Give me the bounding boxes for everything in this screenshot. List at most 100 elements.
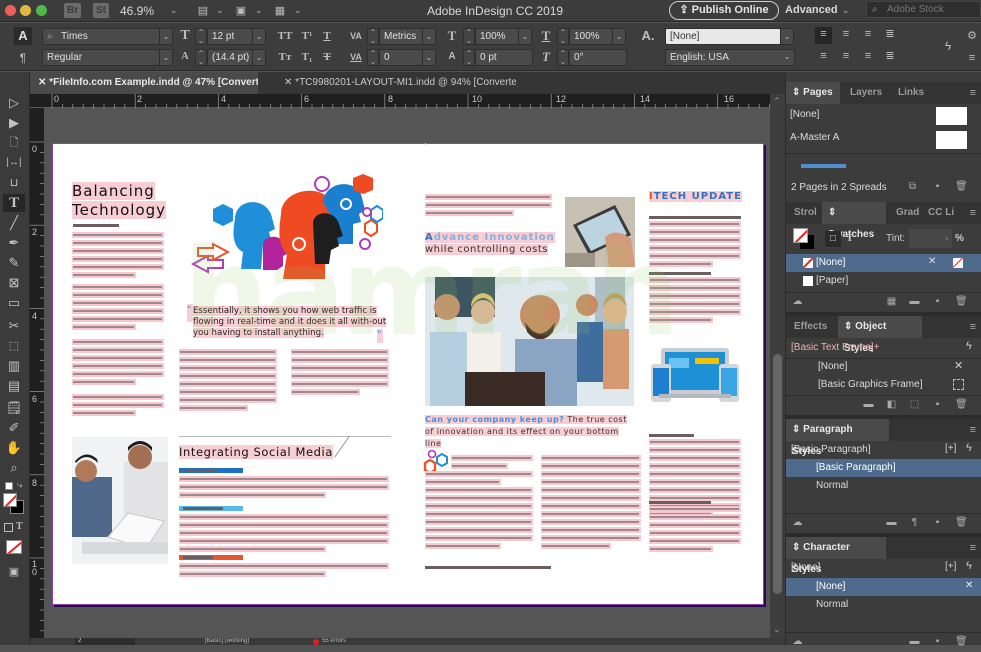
scroll-down-icon[interactable]: ⌄ bbox=[773, 624, 781, 635]
business-team-photo[interactable] bbox=[425, 277, 634, 406]
zoom-tool-icon[interactable]: ⌕ bbox=[3, 459, 25, 477]
column-text-a[interactable] bbox=[425, 471, 533, 487]
new-paragraph-style-icon[interactable]: ▪ bbox=[932, 518, 943, 528]
kerning-field[interactable]: Metrics bbox=[379, 28, 423, 45]
selection-tool-icon[interactable]: ▷ bbox=[3, 94, 25, 112]
heads-illustration[interactable] bbox=[183, 174, 383, 294]
justify-away-spine-button[interactable]: ≣ bbox=[882, 49, 898, 63]
tablet-hand-photo[interactable] bbox=[565, 197, 635, 267]
new-style-group-icon[interactable]: ▬ bbox=[909, 637, 920, 647]
all-caps-button[interactable]: TT bbox=[276, 29, 294, 43]
spread-thumbnail[interactable] bbox=[801, 164, 846, 168]
document-canvas[interactable]: Balancing Technology “ Essentially, it s… bbox=[44, 108, 770, 638]
cc-libraries-icon[interactable]: ☁ bbox=[792, 297, 803, 307]
control-panel-menu-icon[interactable]: ≡ bbox=[966, 51, 978, 65]
column-text-c[interactable] bbox=[541, 455, 641, 551]
master-none-thumbnail[interactable] bbox=[936, 107, 967, 125]
screen-mode-normal-icon[interactable]: ▣ bbox=[3, 563, 25, 581]
tab-gradient[interactable]: Grad bbox=[890, 202, 925, 224]
new-style-group-icon[interactable]: ▬ bbox=[886, 518, 897, 528]
tab-tc9980201-layout[interactable]: ✕ *TC9980201-LAYOUT-MI1.indd @ 94% [Conv… bbox=[276, 72, 516, 94]
gradient-swatch-tool-icon[interactable]: ▥ bbox=[3, 357, 25, 375]
new-style-group-icon[interactable]: ▬ bbox=[863, 400, 874, 410]
paragraph-style-normal[interactable]: Normal bbox=[786, 477, 981, 495]
tracking-field[interactable]: 0 bbox=[379, 49, 423, 66]
tab-effects[interactable]: Effects bbox=[788, 316, 833, 338]
panel-menu-icon[interactable]: ≡ bbox=[970, 424, 976, 436]
leading-field[interactable]: (14.4 pt) bbox=[207, 49, 253, 66]
character-style-field[interactable]: [None] bbox=[665, 28, 781, 45]
font-family-dropdown[interactable]: ⌄ bbox=[159, 28, 173, 45]
column-text-intro[interactable] bbox=[451, 455, 533, 471]
paragraph-formatting-mode-button[interactable]: ¶ bbox=[14, 49, 32, 67]
intro-text[interactable] bbox=[425, 194, 552, 218]
body-text-column-1d[interactable] bbox=[72, 394, 164, 418]
tracking-dropdown[interactable]: ⌄ bbox=[422, 49, 436, 66]
vertical-ruler[interactable]: 0 2 4 6 8 1 0 bbox=[30, 108, 44, 645]
character-style-none[interactable]: [None] bbox=[786, 578, 981, 596]
panel-menu-icon[interactable]: ≡ bbox=[970, 542, 976, 554]
settings-gear-icon[interactable]: ⚙ bbox=[966, 29, 978, 43]
devices-illustration[interactable] bbox=[651, 344, 739, 410]
delete-style-icon[interactable]: 🗑 bbox=[955, 518, 968, 528]
clear-attributes-icon[interactable]: ⬚ bbox=[909, 400, 920, 410]
body-text-column-1[interactable] bbox=[72, 232, 164, 280]
rectangle-frame-tool-icon[interactable]: ⊠ bbox=[3, 274, 25, 292]
workspace-switcher[interactable]: Advanced bbox=[785, 4, 838, 16]
heading-integrating-social-media[interactable]: Integrating Social Media bbox=[179, 445, 333, 460]
page-number-field[interactable]: 2 bbox=[75, 638, 135, 645]
tab-character-styles[interactable]: ⇕ Character Styles bbox=[786, 537, 886, 575]
create-style-icon[interactable]: [+] bbox=[945, 443, 956, 454]
scissors-tool-icon[interactable]: ✂ bbox=[3, 317, 25, 335]
leading-dropdown[interactable]: ⌄ bbox=[252, 49, 266, 66]
direct-selection-tool-icon[interactable]: ▶ bbox=[3, 114, 25, 132]
quick-apply-icon[interactable]: ϟ bbox=[942, 39, 954, 53]
page-spread[interactable]: Balancing Technology “ Essentially, it s… bbox=[52, 143, 764, 605]
align-right-button[interactable]: ≡ bbox=[860, 27, 876, 41]
formatting-affects-text-button[interactable]: T bbox=[846, 232, 853, 244]
strikethrough-button[interactable]: T bbox=[320, 50, 334, 64]
type-tool-icon[interactable]: T bbox=[3, 194, 25, 212]
itech-update-title[interactable]: ITECH UPDATE bbox=[649, 191, 742, 202]
align-towards-spine-button[interactable]: ≣ bbox=[882, 27, 898, 41]
sidebar-text-4[interactable] bbox=[649, 506, 741, 554]
horizontal-scale-dropdown[interactable]: ⌄ bbox=[612, 28, 626, 45]
underline-button[interactable]: T bbox=[320, 29, 334, 43]
gap-tool-icon[interactable]: |↔| bbox=[3, 154, 25, 172]
scroll-up-icon[interactable]: ⌃ bbox=[773, 96, 781, 107]
new-swatch-icon[interactable]: ▪ bbox=[932, 297, 943, 307]
rectangle-tool-icon[interactable]: ▭ bbox=[3, 294, 25, 312]
character-formatting-mode-button[interactable]: A bbox=[14, 27, 32, 45]
preflight-profile[interactable]: [Basic] (working) bbox=[205, 638, 249, 645]
panel-menu-icon[interactable]: ≡ bbox=[970, 207, 976, 219]
body-text-column-1b[interactable] bbox=[72, 284, 164, 332]
formatting-affects-container-button[interactable]: □ bbox=[825, 231, 841, 247]
subscript-button[interactable]: T₁ bbox=[299, 50, 315, 64]
superscript-button[interactable]: T¹ bbox=[299, 29, 315, 43]
canvas-vertical-scrollbar[interactable]: ⌃ ⌄ bbox=[770, 94, 785, 645]
eyedropper-tool-icon[interactable]: ✐ bbox=[3, 419, 25, 437]
free-transform-tool-icon[interactable]: ⬚ bbox=[3, 337, 25, 355]
delete-style-icon[interactable]: 🗑 bbox=[955, 637, 968, 647]
panel-menu-icon[interactable]: ≡ bbox=[970, 87, 976, 99]
bridge-button[interactable]: Br bbox=[64, 3, 82, 18]
justify-center-button[interactable]: ≡ bbox=[838, 49, 854, 63]
zoom-dropdown-icon[interactable]: ⌄ bbox=[170, 5, 178, 16]
paragraph-style-basic[interactable]: [Basic Paragraph] bbox=[786, 459, 981, 477]
font-style-dropdown[interactable]: ⌄ bbox=[159, 49, 173, 66]
small-caps-button[interactable]: Tт bbox=[276, 50, 294, 64]
new-character-style-icon[interactable]: ▪ bbox=[932, 637, 943, 647]
horizontal-scale-field[interactable]: 100% bbox=[569, 28, 613, 45]
business-men-photo[interactable] bbox=[72, 437, 168, 564]
delete-page-icon[interactable]: 🗑 bbox=[955, 182, 968, 192]
sidebar-text-2[interactable] bbox=[649, 277, 741, 325]
workspace-chevron-icon[interactable]: ⌄ bbox=[842, 5, 850, 16]
question-heading[interactable]: Can your company keep up? The true cost … bbox=[425, 414, 630, 450]
character-style-normal[interactable]: Normal bbox=[786, 596, 981, 614]
font-size-stepper[interactable]: ⌃ ⌄ bbox=[195, 28, 207, 45]
arrange-chevron-icon[interactable]: ⌄ bbox=[294, 5, 302, 16]
pull-quote[interactable]: Essentially, it shows you how web traffi… bbox=[193, 306, 388, 339]
swatch-fill-box[interactable] bbox=[793, 228, 808, 243]
show-swatch-kinds-icon[interactable]: ▦ bbox=[886, 297, 897, 307]
body-text-column-3[interactable] bbox=[291, 349, 389, 397]
